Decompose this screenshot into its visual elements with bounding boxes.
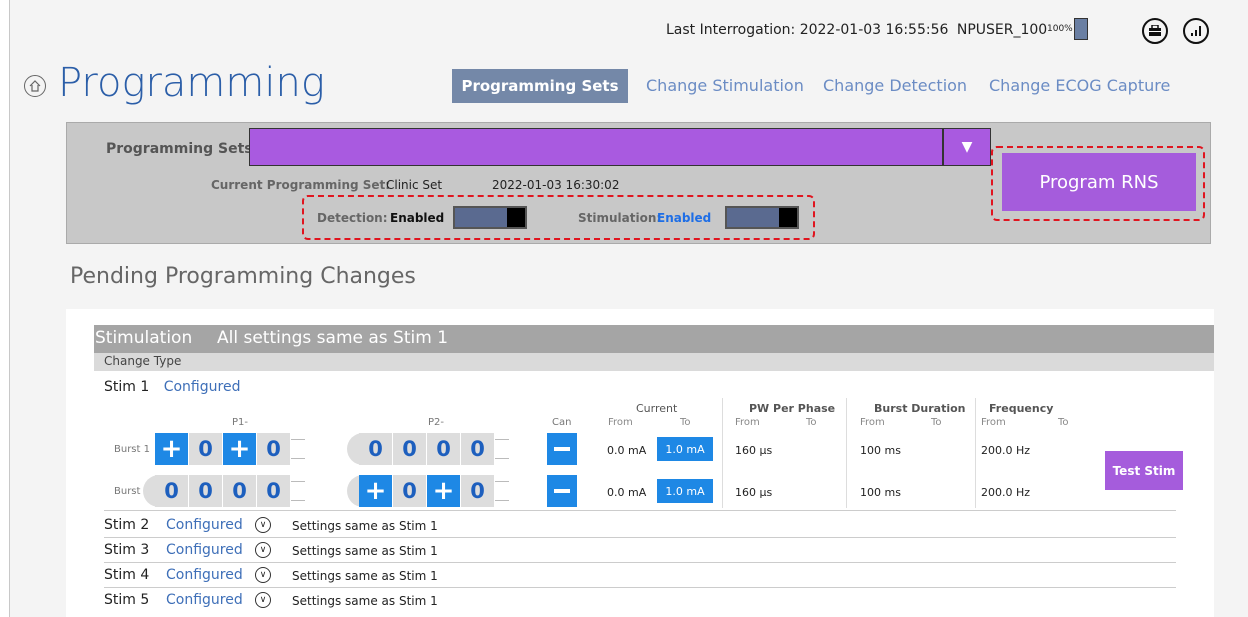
current-set-label: Current Programming Set:	[211, 178, 391, 192]
freq-to-label: To	[1058, 417, 1069, 428]
burst2-pw: 160 µs	[735, 486, 773, 499]
burst-header: Burst Duration	[874, 402, 966, 415]
pw-header: PW Per Phase	[749, 402, 836, 415]
chevron-down-icon[interactable]: ∨	[255, 542, 271, 558]
interrogation-status: Last Interrogation: 2022-01-03 16:55:56 …	[666, 22, 1048, 38]
burst2-duration: 100 ms	[860, 486, 901, 499]
detection-toggle[interactable]	[453, 206, 527, 229]
chevron-down-icon[interactable]: ∨	[255, 567, 271, 583]
electrode-contact[interactable]: 0	[427, 433, 461, 465]
signal-icon[interactable]	[1183, 18, 1209, 44]
burst2-p2-electrode: + 0 + 0	[347, 475, 509, 507]
p1-label: P1-	[232, 417, 249, 428]
stim-row[interactable]: Stim 4 Configured ∨ Settings same as Stim …	[104, 565, 1176, 588]
electrode-contact[interactable]: +	[427, 475, 461, 507]
can-label: Can	[552, 417, 572, 428]
current-from-label: From	[608, 417, 633, 428]
burst1-current-from: 0.0 mA	[607, 444, 647, 457]
burst1-p2-electrode: 0 0 0 0	[347, 433, 509, 465]
current-to-label: To	[680, 417, 691, 428]
stimulation-label: Stimulation:	[578, 211, 662, 225]
pending-title: Pending Programming Changes	[70, 264, 416, 289]
burst1-frequency: 200.0 Hz	[981, 444, 1031, 457]
electrode-contact[interactable]: 0	[189, 475, 223, 507]
programming-sets-label: Programming Sets:	[106, 141, 259, 157]
burst1-current-to[interactable]: 1.0 mA	[657, 437, 713, 461]
chevron-down-icon[interactable]: ∨	[255, 517, 271, 533]
burst-from-label: From	[860, 417, 885, 428]
burst1-duration: 100 ms	[860, 444, 901, 457]
pw-to-label: To	[806, 417, 817, 428]
test-stim-button[interactable]: Test Stim	[1105, 451, 1183, 490]
burst2-can-minus-icon[interactable]	[547, 475, 577, 507]
tab-change-detection[interactable]: Change Detection	[823, 76, 967, 95]
pw-from-label: From	[735, 417, 760, 428]
electrode-contact[interactable]: 0	[257, 433, 291, 465]
electrode-contact[interactable]: 0	[155, 475, 189, 507]
electrode-contact[interactable]: 0	[223, 475, 257, 507]
frequency-header: Frequency	[989, 402, 1054, 415]
electrode-contact[interactable]: 0	[393, 475, 427, 507]
burst1-p1-electrode: + 0 + 0	[155, 433, 305, 465]
battery-icon	[1074, 18, 1088, 40]
current-header: Current	[636, 402, 678, 415]
burst1-label: Burst 1	[114, 444, 150, 455]
freq-from-label: From	[981, 417, 1006, 428]
electrode-contact[interactable]: +	[223, 433, 257, 465]
divider	[975, 398, 976, 508]
electrode-contact[interactable]: 0	[257, 475, 291, 507]
burst2-current-from: 0.0 mA	[607, 486, 647, 499]
program-rns-button[interactable]: Program RNS	[1002, 153, 1196, 211]
home-icon[interactable]	[24, 75, 46, 97]
detection-label: Detection:	[317, 211, 388, 225]
p2-label: P2-	[428, 417, 445, 428]
page-title: Programming	[58, 60, 325, 106]
electrode-contact[interactable]: 0	[461, 475, 495, 507]
burst1-can-minus-icon[interactable]	[547, 433, 577, 465]
burst2-current-to[interactable]: 1.0 mA	[657, 479, 713, 503]
electrode-contact[interactable]: +	[155, 433, 189, 465]
burst2-frequency: 200.0 Hz	[981, 486, 1031, 499]
burst-to-label: To	[931, 417, 942, 428]
stim-row[interactable]: Stim 5 Configured ∨ Settings same as Stim …	[104, 590, 1176, 612]
tab-change-stimulation[interactable]: Change Stimulation	[646, 76, 804, 95]
electrode-contact[interactable]: 0	[393, 433, 427, 465]
toolbox-icon[interactable]	[1142, 18, 1168, 44]
stimulation-toggle[interactable]	[725, 206, 799, 229]
detection-value: Enabled	[390, 211, 445, 225]
change-type-bar: Change Type	[94, 353, 1214, 371]
dropdown-arrow-icon[interactable]: ▼	[943, 128, 991, 166]
stimulation-value: Enabled	[657, 211, 712, 225]
burst2-p1-electrode: 0 0 0 0	[143, 475, 305, 507]
tab-change-ecog-capture[interactable]: Change ECOG Capture	[989, 76, 1170, 95]
chevron-down-icon[interactable]: ∨	[255, 592, 271, 608]
current-set-value: Clinic Set	[386, 178, 443, 192]
electrode-contact[interactable]: 0	[359, 433, 393, 465]
divider	[722, 398, 723, 508]
electrode-contact[interactable]: 0	[189, 433, 223, 465]
electrode-contact[interactable]: +	[359, 475, 393, 507]
stimulation-header: Stimulation All settings same as Stim 1	[94, 325, 1214, 353]
battery-percent: 100%	[1047, 24, 1073, 34]
electrode-contact[interactable]: 0	[461, 433, 495, 465]
burst1-pw: 160 µs	[735, 444, 773, 457]
stim1-title: Stim 1 Configured	[104, 379, 241, 395]
divider	[846, 398, 847, 508]
programming-sets-select[interactable]	[249, 128, 943, 166]
stim-row[interactable]: Stim 2 Configured ∨ Settings same as Stim …	[104, 515, 1176, 538]
tab-programming-sets[interactable]: Programming Sets	[452, 69, 628, 103]
stim-row[interactable]: Stim 3 Configured ∨ Settings same as Stim …	[104, 540, 1176, 563]
current-set-date: 2022-01-03 16:30:02	[492, 178, 620, 192]
divider	[104, 510, 1176, 511]
